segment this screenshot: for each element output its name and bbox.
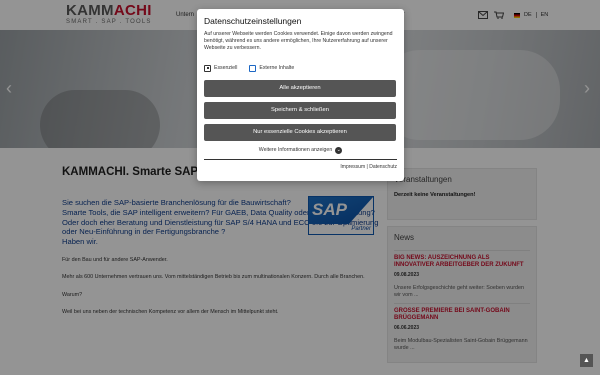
more-info-label: Weitere Informationen anzeigen	[258, 147, 333, 154]
consent-external[interactable]: Externe Inhalte	[249, 64, 295, 72]
checkbox-external-label: Externe Inhalte	[259, 65, 295, 72]
checkbox-external[interactable]	[249, 64, 257, 72]
checkbox-essential[interactable]	[204, 64, 211, 72]
dialog-description: Auf unserer Webseite werden Cookies verw…	[204, 31, 393, 52]
consent-essential[interactable]: Essenziell	[204, 64, 238, 72]
save-close-button[interactable]: Speichern & schließen	[204, 101, 396, 119]
dialog-footer-links: Impressum | Datenschutz	[204, 164, 397, 170]
arrow-up-icon[interactable]: ▲	[580, 354, 593, 367]
accept-all-button[interactable]: Alle akzeptieren	[204, 79, 396, 97]
accept-essential-button[interactable]: Nur essenzielle Cookies akzeptieren	[204, 123, 396, 141]
cookie-consent-dialog: Datenschutzeinstellungen Auf unserer Web…	[197, 9, 404, 181]
dialog-title: Datenschutzeinstellungen	[204, 16, 302, 26]
more-info-toggle[interactable]: Weitere Informationen anzeigen ⌄	[204, 146, 397, 154]
consent-options: Essenziell Externe Inhalte	[204, 64, 397, 72]
dialog-divider	[204, 158, 397, 160]
chevron-down-icon: ⌄	[335, 146, 343, 154]
datenschutz-link[interactable]: Datenschutz	[369, 164, 397, 170]
checkbox-essential-label: Essenziell	[214, 65, 238, 72]
impressum-link[interactable]: Impressum	[340, 164, 365, 170]
